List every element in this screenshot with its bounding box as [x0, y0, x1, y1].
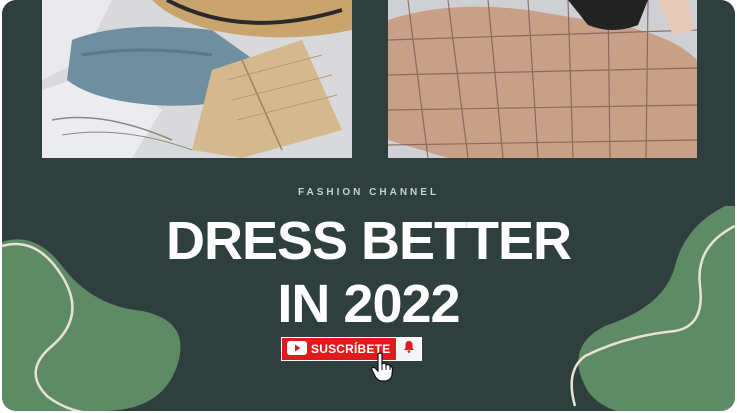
- bell-icon: [403, 340, 415, 358]
- photo-hat-jeans-book: [42, 0, 352, 158]
- thumbnail-canvas: FASHION CHANNEL DRESS BETTER IN 2022 SUS…: [2, 0, 735, 411]
- hand-cursor-icon: [371, 352, 393, 382]
- notification-bell-button[interactable]: [396, 337, 423, 361]
- subscribe-button[interactable]: SUSCRÍBETE: [281, 337, 423, 361]
- headline-line-2: IN 2022: [277, 274, 460, 334]
- headline-line-1: DRESS BETTER: [165, 211, 572, 271]
- channel-eyebrow: FASHION CHANNEL: [297, 187, 440, 198]
- photo-plaid-jacket: [388, 0, 697, 158]
- youtube-play-icon: [287, 340, 307, 358]
